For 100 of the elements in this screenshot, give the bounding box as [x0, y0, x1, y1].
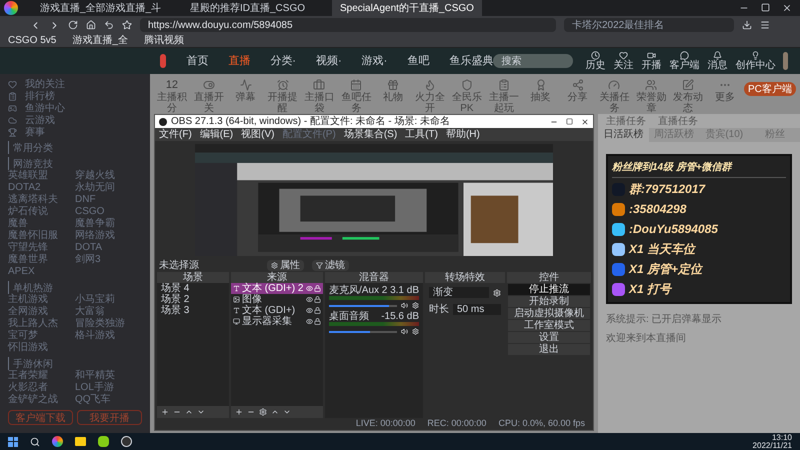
speaker-icon[interactable] [401, 328, 408, 335]
eye-icon[interactable] [306, 296, 313, 303]
nav-link[interactable]: 视频· [316, 52, 342, 70]
category-link[interactable]: 格斗游戏 [75, 330, 115, 342]
header-icon[interactable] [646, 51, 656, 60]
category-link[interactable]: 逃离塔科夫 [8, 194, 58, 206]
nav-link[interactable]: 直播 [228, 52, 250, 70]
category-link[interactable]: 守望先锋 [8, 242, 48, 254]
eye-icon[interactable] [306, 307, 313, 314]
header-icon[interactable] [618, 51, 628, 60]
sidebar-button[interactable]: 客户端下载 [8, 410, 73, 425]
menu-item[interactable]: 编辑(E) [200, 127, 234, 142]
header-icon[interactable] [712, 51, 722, 60]
nav-link[interactable]: 鱼吧 [407, 52, 430, 70]
tool-label[interactable]: 更多 [715, 92, 736, 103]
category-link[interactable]: 大富翁 [75, 306, 105, 318]
transition-select[interactable]: 渐变 [429, 287, 489, 298]
tool-label[interactable]: 抽奖 [530, 92, 551, 103]
tool-label[interactable]: 分享 [568, 92, 588, 103]
task-link[interactable]: 直播任务 [658, 114, 698, 128]
bookmark-link[interactable]: 游戏直播_全 [72, 33, 128, 48]
control-button[interactable]: 设置 [508, 332, 590, 343]
tool-label[interactable]: 关播任务 [596, 92, 632, 114]
lock-icon[interactable] [314, 318, 321, 325]
category-link[interactable]: QQ飞车 [75, 394, 111, 406]
search-icon[interactable] [30, 436, 40, 446]
tool-label[interactable]: 礼物 [383, 92, 404, 103]
header-link[interactable]: 消息 [707, 60, 728, 71]
chat-tab[interactable]: 日活跃榜 [598, 128, 648, 142]
sidebar-item[interactable]: 我的关注 [8, 78, 142, 90]
bookmark-link[interactable]: 腾讯视频 [144, 33, 184, 48]
source-item[interactable]: 显示器采集 [231, 316, 323, 327]
scene-item[interactable]: 场景 3 [157, 305, 229, 316]
source-button[interactable]: 属性 [267, 260, 304, 271]
category-link[interactable]: DNF [75, 194, 96, 206]
header-icon[interactable] [590, 51, 600, 60]
source-item[interactable]: 文本 (GDI+) 2 [231, 283, 323, 294]
category-link[interactable]: 冒险类独游 [75, 318, 125, 330]
settings-icon[interactable] [412, 328, 419, 335]
source-item[interactable]: 文本 (GDI+) [231, 305, 323, 316]
browser-tab[interactable]: 星殿的推荐ID直播_CSGO [182, 0, 332, 16]
tool-label[interactable]: 发布动态 [670, 92, 706, 114]
sidebar-item[interactable]: 赛事 [8, 126, 142, 138]
settings-icon[interactable] [412, 302, 419, 309]
header-link[interactable]: 历史 [585, 60, 606, 71]
menu-item[interactable]: 场景集合(S) [344, 127, 398, 142]
category-link[interactable]: 小马宝莉 [75, 294, 115, 306]
category-link[interactable]: 怀旧游戏 [8, 342, 48, 354]
close-icon[interactable] [782, 3, 792, 13]
settings-icon[interactable] [259, 408, 267, 416]
category-link[interactable]: 我上路人杰 [8, 318, 58, 330]
source-button[interactable]: 滤镜 [312, 260, 349, 271]
tool-label[interactable]: 开播提醒 [264, 92, 300, 114]
category-link[interactable]: 主机游戏 [8, 294, 48, 306]
add-icon[interactable] [235, 408, 243, 416]
source-item[interactable]: 图像 [231, 294, 323, 305]
favorite-icon[interactable] [122, 20, 132, 30]
close-icon[interactable] [581, 118, 589, 126]
category-link[interactable]: DOTA2 [8, 182, 41, 194]
header-link[interactable]: 开播 [641, 60, 662, 71]
control-button[interactable]: 退出 [508, 344, 590, 355]
lock-icon[interactable] [314, 307, 321, 314]
move-down-icon[interactable] [283, 408, 291, 416]
tool-label[interactable]: 荣誉勋章 [633, 92, 670, 114]
sidebar-item[interactable]: 排行榜 [8, 90, 142, 102]
reload-icon[interactable] [68, 20, 78, 30]
move-down-icon[interactable] [197, 408, 205, 416]
category-link[interactable]: DOTA [75, 242, 102, 254]
menu-item[interactable]: 文件(F) [159, 127, 192, 142]
search-field[interactable]: 卡塔尔2022最佳排名 [564, 18, 734, 32]
browser-tab[interactable]: 游戏直播_全部游戏直播_斗 [32, 0, 182, 16]
category-link[interactable]: 金铲铲之战 [8, 394, 58, 406]
category-link[interactable]: 魔兽怀旧服 [8, 230, 58, 242]
avatar[interactable] [783, 52, 788, 70]
undo-icon[interactable] [104, 20, 114, 30]
category-link[interactable]: 魔兽 [8, 218, 28, 230]
control-button[interactable]: 开始录制 [508, 296, 590, 307]
pc-client-button[interactable]: PC客户端 [744, 82, 796, 96]
menu-item[interactable]: 视图(V) [241, 127, 274, 142]
menu-item[interactable]: 工具(T) [405, 127, 438, 142]
start-icon[interactable] [8, 436, 18, 446]
category-link[interactable]: 永劫无间 [75, 182, 115, 194]
bookmark-link[interactable]: CSGO 5v5 [8, 33, 56, 48]
category-link[interactable]: 宝可梦 [8, 330, 38, 342]
eye-icon[interactable] [306, 318, 313, 325]
lock-icon[interactable] [314, 285, 321, 292]
category-link[interactable]: 魔兽争霸 [75, 218, 115, 230]
app-icon[interactable] [98, 436, 109, 447]
tool-label[interactable]: 主播一起玩 [486, 92, 522, 114]
tool-label[interactable]: 弹幕 [236, 92, 256, 103]
scene-item[interactable]: 场景 2 [157, 294, 229, 305]
download-icon[interactable] [742, 20, 752, 30]
header-link[interactable]: 创作中心 [735, 60, 776, 71]
category-link[interactable]: APEX [8, 266, 35, 278]
menu-icon[interactable] [760, 20, 770, 30]
nav-link[interactable]: 鱼乐盛典 [449, 52, 494, 70]
tool-label[interactable]: 主播口袋 [302, 92, 338, 114]
category-link[interactable]: 网络游戏 [75, 230, 115, 242]
category-link[interactable]: 魔兽世界 [8, 254, 48, 266]
category-link[interactable]: 穿越火线 [75, 170, 115, 182]
